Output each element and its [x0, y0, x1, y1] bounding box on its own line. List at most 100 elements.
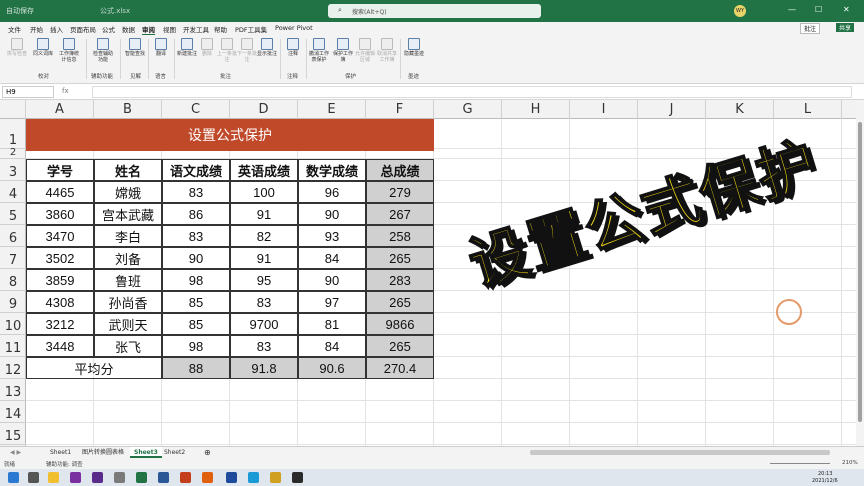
menu-pdf[interactable]: PDF工具集 [235, 24, 267, 34]
table-cell[interactable]: 3470 [26, 225, 94, 247]
new-comment-button[interactable]: 新建批注 [176, 38, 198, 57]
table-cell[interactable]: 97 [298, 291, 366, 313]
comments-button[interactable]: 批注 [800, 23, 821, 34]
table-cell[interactable]: 81 [298, 313, 366, 335]
avg-value[interactable]: 270.4 [366, 357, 434, 379]
delete-comment-button[interactable]: 删除 [196, 38, 218, 57]
table-cell[interactable]: 嫦娥 [94, 181, 162, 203]
menu-developer[interactable]: 开发工具 [183, 24, 209, 34]
excel-icon[interactable] [136, 472, 147, 483]
app-icon[interactable] [114, 472, 125, 483]
folder-icon[interactable] [48, 472, 59, 483]
table-cell[interactable]: 98 [162, 335, 230, 357]
add-sheet-button[interactable]: ⊕ [200, 447, 215, 458]
accessibility-status[interactable]: 辅助功能: 调查 [46, 460, 83, 468]
table-cell[interactable]: 83 [230, 291, 298, 313]
row-header[interactable]: 4 [0, 181, 26, 203]
close-button[interactable]: ✕ [843, 5, 850, 14]
app4-icon[interactable] [270, 472, 281, 483]
thesaurus-button[interactable]: 同义词库 [32, 38, 54, 57]
avg-value[interactable]: 90.6 [298, 357, 366, 379]
table-cell[interactable]: 265 [366, 247, 434, 269]
avatar[interactable]: WY [734, 5, 746, 17]
sheet-tab-2[interactable]: 图片转换圆表格 [78, 447, 128, 458]
sheet-tab-4[interactable]: Sheet2 [160, 447, 189, 458]
sheet-tab-1[interactable]: Sheet1 [46, 447, 75, 458]
table-header[interactable]: 姓名 [94, 159, 162, 181]
row-header[interactable]: 3 [0, 159, 26, 181]
table-cell[interactable]: 宫本武藏 [94, 203, 162, 225]
premiere-app-icon[interactable] [92, 472, 103, 483]
menu-home[interactable]: 开始 [30, 24, 43, 34]
menu-insert[interactable]: 插入 [50, 24, 63, 34]
start-icon[interactable] [8, 472, 19, 483]
column-header[interactable]: H [502, 100, 570, 119]
show-comments-button[interactable]: 显示批注 [256, 38, 278, 57]
table-cell[interactable]: 83 [230, 335, 298, 357]
table-cell[interactable]: 武则天 [94, 313, 162, 335]
column-header[interactable]: I [570, 100, 638, 119]
column-header[interactable]: J [638, 100, 706, 119]
row-header[interactable]: 2 [0, 148, 26, 159]
column-header[interactable]: L [774, 100, 842, 119]
table-cell[interactable]: 83 [162, 225, 230, 247]
workbook-stats-button[interactable]: 工作簿统计信息 [58, 38, 80, 63]
table-cell[interactable]: 9700 [230, 313, 298, 335]
select-all-corner[interactable] [0, 100, 26, 119]
table-cell[interactable]: 李白 [94, 225, 162, 247]
notes-button[interactable]: 注释 [282, 38, 304, 57]
zoom-slider[interactable] [770, 463, 830, 464]
row-header[interactable]: 9 [0, 291, 26, 313]
insert-function-icon[interactable]: fx [62, 87, 69, 95]
table-cell[interactable]: 283 [366, 269, 434, 291]
autosave-toggle[interactable]: 自动保存 [6, 6, 34, 16]
table-cell[interactable]: 95 [230, 269, 298, 291]
check-accessibility-button[interactable]: 检查辅助功能 [92, 38, 114, 63]
table-cell[interactable]: 93 [298, 225, 366, 247]
table-cell[interactable]: 张飞 [94, 335, 162, 357]
table-header[interactable]: 数学成绩 [298, 159, 366, 181]
name-box[interactable]: H9 [2, 86, 54, 98]
horizontal-scrollbar[interactable] [530, 450, 830, 455]
protect-workbook-button[interactable]: 保护工作簿 [332, 38, 354, 63]
table-cell[interactable]: 4308 [26, 291, 94, 313]
table-cell[interactable]: 91 [230, 247, 298, 269]
column-header[interactable]: E [298, 100, 366, 119]
table-cell[interactable]: 3502 [26, 247, 94, 269]
formula-input[interactable] [92, 86, 852, 98]
table-cell[interactable]: 82 [230, 225, 298, 247]
table-cell[interactable]: 90 [298, 269, 366, 291]
row-header[interactable]: 11 [0, 335, 26, 357]
app2-icon[interactable] [202, 472, 213, 483]
table-cell[interactable]: 265 [366, 291, 434, 313]
column-header[interactable]: C [162, 100, 230, 119]
table-cell[interactable]: 98 [162, 269, 230, 291]
table-cell[interactable]: 90 [162, 247, 230, 269]
app3-icon[interactable] [226, 472, 237, 483]
unprotect-sheet-button[interactable]: 撤消工作表保护 [308, 38, 330, 63]
table-cell[interactable]: 孙尚香 [94, 291, 162, 313]
table-cell[interactable]: 258 [366, 225, 434, 247]
menu-page-layout[interactable]: 页面布局 [70, 24, 96, 34]
table-cell[interactable]: 84 [298, 335, 366, 357]
row-header[interactable]: 7 [0, 247, 26, 269]
smart-lookup-button[interactable]: 智能查找 [124, 38, 146, 57]
avg-value[interactable]: 91.8 [230, 357, 298, 379]
table-cell[interactable]: 3212 [26, 313, 94, 335]
minimize-button[interactable]: — [788, 5, 796, 14]
row-header[interactable]: 6 [0, 225, 26, 247]
table-cell[interactable]: 265 [366, 335, 434, 357]
row-header[interactable]: 13 [0, 379, 26, 401]
vertical-scrollbar[interactable] [856, 100, 864, 446]
menu-view[interactable]: 视图 [163, 24, 176, 34]
row-header[interactable]: 14 [0, 401, 26, 423]
next-comment-button[interactable]: 下一条批注 [236, 38, 258, 63]
row-header[interactable]: 1 [0, 119, 26, 149]
table-cell[interactable]: 刘备 [94, 247, 162, 269]
scrollbar-thumb[interactable] [858, 122, 862, 422]
table-cell[interactable]: 96 [298, 181, 366, 203]
search-box[interactable]: ⌕ 搜索(Alt+Q) [328, 4, 541, 18]
translate-button[interactable]: 翻译 [150, 38, 172, 57]
edge-icon[interactable] [248, 472, 259, 483]
table-cell[interactable]: 85 [162, 291, 230, 313]
